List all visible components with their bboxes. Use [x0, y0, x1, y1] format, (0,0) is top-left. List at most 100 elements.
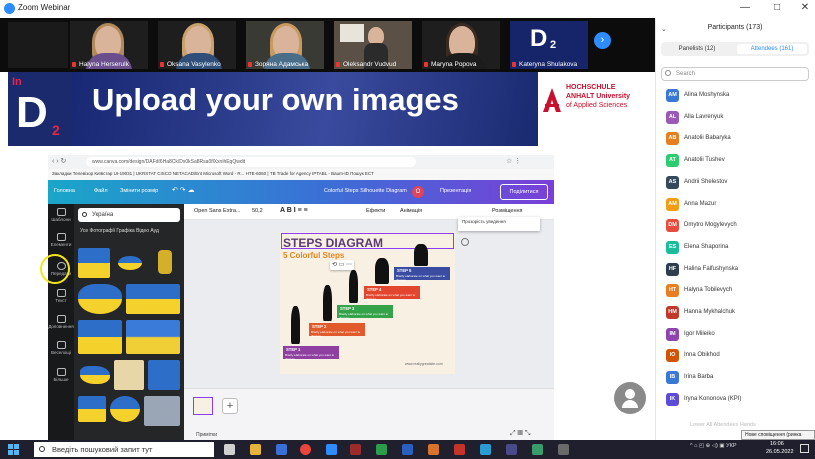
text-format-icons[interactable]: A B I ≡ ≡	[280, 207, 308, 214]
map-thumbnail[interactable]	[78, 360, 112, 390]
video-tile[interactable]: Зоряна Адамська	[246, 21, 324, 69]
flag-thumbnail[interactable]	[126, 284, 180, 314]
participant-row[interactable]: HF Halina Falfushynska	[666, 262, 811, 279]
file-menu[interactable]: Файл	[94, 188, 108, 194]
effects-button[interactable]: Ефекти	[366, 208, 385, 214]
word-icon[interactable]	[402, 444, 413, 455]
participant-row[interactable]: AM Alina Moshynska	[666, 89, 811, 105]
app-icon[interactable]	[532, 444, 543, 455]
maximize-button[interactable]: □	[767, 2, 787, 13]
participant-row[interactable]: HT Halyna Tobilevych	[666, 284, 811, 300]
video-tile[interactable]: Oleksandr Vudvud	[334, 21, 412, 69]
refresh-icon[interactable]	[461, 238, 469, 246]
participant-name: Elena Shaporina	[684, 243, 729, 250]
participant-row[interactable]: AB Anatolii Babaryka	[666, 132, 811, 148]
user-avatar[interactable]: О	[412, 186, 424, 198]
doc-title[interactable]: Colorful Steps Silhouette Diagram	[324, 188, 407, 194]
media-tabs[interactable]: Усе Фотографії Графіка Відео Ауд	[80, 228, 159, 234]
flag-thumbnail[interactable]	[78, 396, 106, 422]
powerpoint-icon[interactable]	[428, 444, 439, 455]
tab-panelists[interactable]: Panelists (12)	[663, 44, 731, 54]
thumbnail[interactable]	[114, 248, 146, 278]
app-icon[interactable]	[558, 444, 569, 455]
participant-row[interactable]: IB Irina Barba	[666, 371, 811, 387]
bookmarks-text[interactable]: Закладки Телевізор Київстар UI-19031 | U…	[52, 171, 374, 176]
video-tile[interactable]: Halyna Herserulk	[70, 21, 148, 69]
close-button[interactable]: ✕	[795, 2, 815, 13]
undo-redo-icon[interactable]: ↶ ↷ ☁	[172, 186, 195, 194]
chevron-right-icon[interactable]: ›	[594, 32, 611, 49]
resize-menu[interactable]: Змінити розмір	[120, 188, 158, 194]
flag-thumbnail[interactable]	[148, 360, 180, 390]
title-bar: Zoom Webinar	[0, 0, 815, 18]
rail-elements[interactable]: Елементи	[48, 233, 74, 247]
font-size-field[interactable]: 50,2	[252, 208, 263, 214]
panel-search-input[interactable]: Україна	[78, 208, 180, 222]
tab-attendees[interactable]: Attendees (161)	[737, 44, 807, 54]
participant-row[interactable]: IK Iryna Kononova (KPI)	[666, 392, 811, 409]
rail-apps[interactable]: Доповнення	[48, 315, 74, 329]
nav-arrows-icon[interactable]: ‹ › ↻	[52, 157, 66, 165]
font-family-select[interactable]: Open Sans Extra...	[194, 208, 240, 214]
page-thumbnail[interactable]	[193, 397, 213, 415]
clock-time[interactable]: 16:06	[770, 441, 784, 447]
browser-extensions-icon[interactable]: ☆ ⋮	[506, 157, 521, 165]
app-icon[interactable]	[350, 444, 361, 455]
bookmarks-bar: Закладки Телевізор Київстар UI-19031 | U…	[48, 169, 554, 180]
flag-thumbnail[interactable]	[78, 320, 122, 354]
home-link[interactable]: Головна	[54, 188, 75, 194]
notes-label[interactable]: Примітки	[196, 432, 217, 438]
video-tile[interactable]: Oksana Vasylenko	[158, 21, 236, 69]
teams-icon[interactable]	[506, 444, 517, 455]
trident-thumbnail[interactable]	[150, 248, 180, 278]
participants-search-input[interactable]: Search	[661, 67, 809, 81]
rail-more[interactable]: Більше	[48, 368, 74, 382]
windows-start-icon[interactable]	[8, 444, 19, 455]
present-button[interactable]: Презентація	[440, 188, 471, 194]
participant-row[interactable]: DM Dmytro Mogylevych	[666, 219, 811, 235]
rail-templates[interactable]: Шаблони	[48, 208, 74, 222]
add-page-button[interactable]: +	[222, 398, 238, 414]
rail-text[interactable]: Текст	[48, 289, 74, 303]
participant-row[interactable]: IO Inna Obikhod	[666, 349, 811, 365]
chrome-icon[interactable]	[300, 444, 311, 455]
animate-button[interactable]: Анімація	[400, 208, 422, 214]
excel-icon[interactable]	[376, 444, 387, 455]
photo-thumbnail[interactable]	[144, 396, 180, 426]
share-button[interactable]: Поділитися	[500, 184, 548, 200]
store-icon[interactable]	[276, 444, 287, 455]
rail-fun[interactable]: Веселощі	[48, 341, 74, 355]
pdf-icon[interactable]	[454, 444, 465, 455]
video-tile[interactable]: D 2 Kateryna Shulakova	[510, 21, 588, 69]
participant-row[interactable]: AM Anna Mazur	[666, 197, 811, 214]
taskbar-search-input[interactable]: Введіть пошуковий запит тут	[34, 442, 214, 457]
heart-flag-thumbnail[interactable]	[110, 396, 140, 422]
participant-row[interactable]: IM Igor Mileiko	[666, 327, 811, 344]
url-field[interactable]: www.canva.com/design/DAFdI6Ha8Ck/Dx0kSa8…	[86, 157, 416, 167]
system-tray[interactable]: ^ ⌂ ◰ ⊕ ◁) ▣ УКР	[690, 443, 737, 449]
zoom-icon[interactable]	[326, 444, 337, 455]
element-actions-icon[interactable]: ⟲ ▭ ⋯	[330, 260, 354, 270]
clock-date[interactable]: 26.05.2022	[766, 449, 794, 455]
minimize-button[interactable]: —	[735, 2, 755, 13]
flag-thumbnail[interactable]	[126, 320, 180, 354]
participant-name: Igor Mileiko	[684, 330, 715, 337]
participant-row[interactable]: AT Anatolii Tushev	[666, 154, 811, 170]
file-explorer-icon[interactable]	[250, 444, 261, 455]
view-controls-icon[interactable]: ⤢ ▦ ⤡	[510, 430, 530, 438]
notifications-icon[interactable]	[800, 444, 809, 453]
video-tile[interactable]: Maryna Popova	[422, 21, 500, 69]
flag-thumbnail[interactable]	[78, 248, 110, 278]
position-button[interactable]: Розміщення	[492, 208, 523, 214]
participant-row[interactable]: ES Elena Shaporina	[666, 240, 811, 257]
participant-row[interactable]: HM Hanna Mykhalchuk	[666, 306, 811, 322]
bread-thumbnail[interactable]	[114, 360, 144, 390]
participant-row[interactable]: AS Andrii Shelestov	[666, 175, 811, 192]
slide-title[interactable]: STEPS DIAGRAM	[283, 236, 383, 250]
lower-hands-button[interactable]: Lower All Attendees Hands	[690, 422, 756, 428]
task-view-icon[interactable]	[224, 444, 235, 455]
heart-flag-thumbnail[interactable]	[78, 284, 122, 314]
participant-row[interactable]: AL Alla Lavrenyuk	[666, 110, 811, 127]
slide-subtitle[interactable]: 5 Colorful Steps	[283, 251, 344, 260]
telegram-icon[interactable]	[480, 444, 491, 455]
